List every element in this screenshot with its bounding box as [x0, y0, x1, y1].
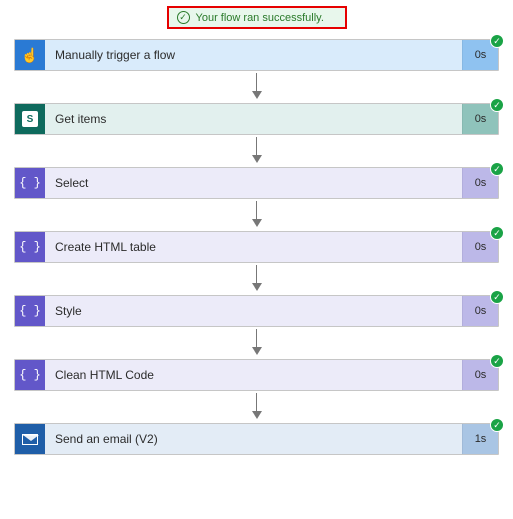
step-style[interactable]: { } Style 0s ✓	[14, 295, 499, 327]
status-success-icon: ✓	[490, 354, 504, 368]
step-label: Select	[45, 168, 462, 198]
step-label: Clean HTML Code	[45, 360, 462, 390]
flow-run-success-banner: ✓ Your flow ran successfully.	[167, 6, 347, 29]
status-success-icon: ✓	[490, 290, 504, 304]
step-label: Send an email (V2)	[45, 424, 462, 454]
status-success-icon: ✓	[490, 162, 504, 176]
sharepoint-icon: S	[15, 104, 45, 134]
flow-arrow	[14, 263, 499, 295]
flow-arrow	[14, 391, 499, 423]
status-success-icon: ✓	[490, 34, 504, 48]
data-operation-icon: { }	[15, 232, 45, 262]
data-operation-icon: { }	[15, 296, 45, 326]
flow-arrow	[14, 199, 499, 231]
step-create-html-table[interactable]: { } Create HTML table 0s ✓	[14, 231, 499, 263]
touch-icon: ☝	[15, 40, 45, 70]
data-operation-icon: { }	[15, 168, 45, 198]
step-label: Style	[45, 296, 462, 326]
step-send-email[interactable]: Send an email (V2) 1s ✓	[14, 423, 499, 455]
step-label: Get items	[45, 104, 462, 134]
success-banner-text: Your flow ran successfully.	[196, 12, 324, 24]
status-success-icon: ✓	[490, 418, 504, 432]
step-label: Create HTML table	[45, 232, 462, 262]
status-success-icon: ✓	[490, 98, 504, 112]
step-select[interactable]: { } Select 0s ✓	[14, 167, 499, 199]
step-label: Manually trigger a flow	[45, 40, 462, 70]
flow-run-steps: ☝ Manually trigger a flow 0s ✓ S Get ite…	[0, 39, 513, 455]
step-clean-html-code[interactable]: { } Clean HTML Code 0s ✓	[14, 359, 499, 391]
flow-arrow	[14, 327, 499, 359]
success-check-icon: ✓	[177, 11, 190, 24]
step-get-items[interactable]: S Get items 0s ✓	[14, 103, 499, 135]
flow-arrow	[14, 71, 499, 103]
data-operation-icon: { }	[15, 360, 45, 390]
outlook-mail-icon	[15, 424, 45, 454]
status-success-icon: ✓	[490, 226, 504, 240]
step-manual-trigger[interactable]: ☝ Manually trigger a flow 0s ✓	[14, 39, 499, 71]
flow-arrow	[14, 135, 499, 167]
